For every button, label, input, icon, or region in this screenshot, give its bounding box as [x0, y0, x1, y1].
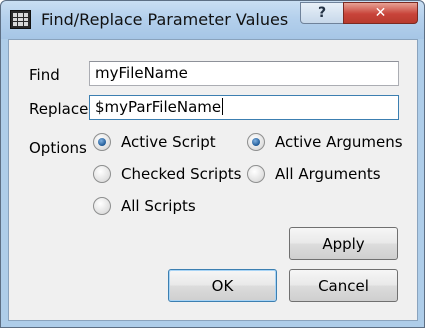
- options-label: Options: [29, 139, 87, 157]
- app-grid-icon: [10, 10, 31, 29]
- replace-field[interactable]: $myParFileName: [89, 95, 399, 120]
- apply-button[interactable]: Apply: [289, 227, 398, 260]
- radio-active-arguments-label: Active Argumens: [275, 133, 403, 151]
- radio-active-script-label: Active Script: [121, 133, 216, 151]
- close-button[interactable]: ✕: [343, 2, 418, 24]
- find-label: Find: [29, 66, 60, 84]
- radio-indicator-checked: [93, 133, 111, 151]
- radio-checked-scripts[interactable]: Checked Scripts: [93, 165, 241, 183]
- radio-indicator: [93, 197, 111, 215]
- radio-all-arguments[interactable]: All Arguments: [247, 165, 381, 183]
- radio-indicator-checked: [247, 133, 265, 151]
- radio-checked-scripts-label: Checked Scripts: [121, 165, 242, 183]
- title-bar[interactable]: Find/Replace Parameter Values ? ✕: [1, 1, 424, 39]
- find-field-value: myFileName: [95, 64, 188, 82]
- radio-active-arguments[interactable]: Active Argumens: [247, 133, 403, 151]
- question-mark-icon: ?: [317, 5, 327, 21]
- cancel-button[interactable]: Cancel: [289, 269, 398, 302]
- radio-active-script[interactable]: Active Script: [93, 133, 216, 151]
- radio-indicator: [247, 165, 265, 183]
- close-icon: ✕: [374, 5, 387, 21]
- text-caret: [222, 98, 224, 115]
- help-button[interactable]: ?: [300, 2, 344, 24]
- radio-all-scripts[interactable]: All Scripts: [93, 197, 196, 215]
- radio-all-scripts-label: All Scripts: [121, 197, 196, 215]
- find-field[interactable]: myFileName: [89, 61, 399, 86]
- window-title: Find/Replace Parameter Values: [41, 10, 289, 29]
- radio-indicator: [93, 165, 111, 183]
- replace-field-value: $myParFileName: [95, 98, 222, 116]
- radio-all-arguments-label: All Arguments: [275, 165, 381, 183]
- dialog-body: Find myFileName Replace $myParFileName O…: [8, 39, 418, 321]
- dialog-window: Find/Replace Parameter Values ? ✕ Find m…: [0, 0, 425, 328]
- replace-label: Replace: [29, 100, 89, 118]
- ok-button[interactable]: OK: [168, 269, 277, 302]
